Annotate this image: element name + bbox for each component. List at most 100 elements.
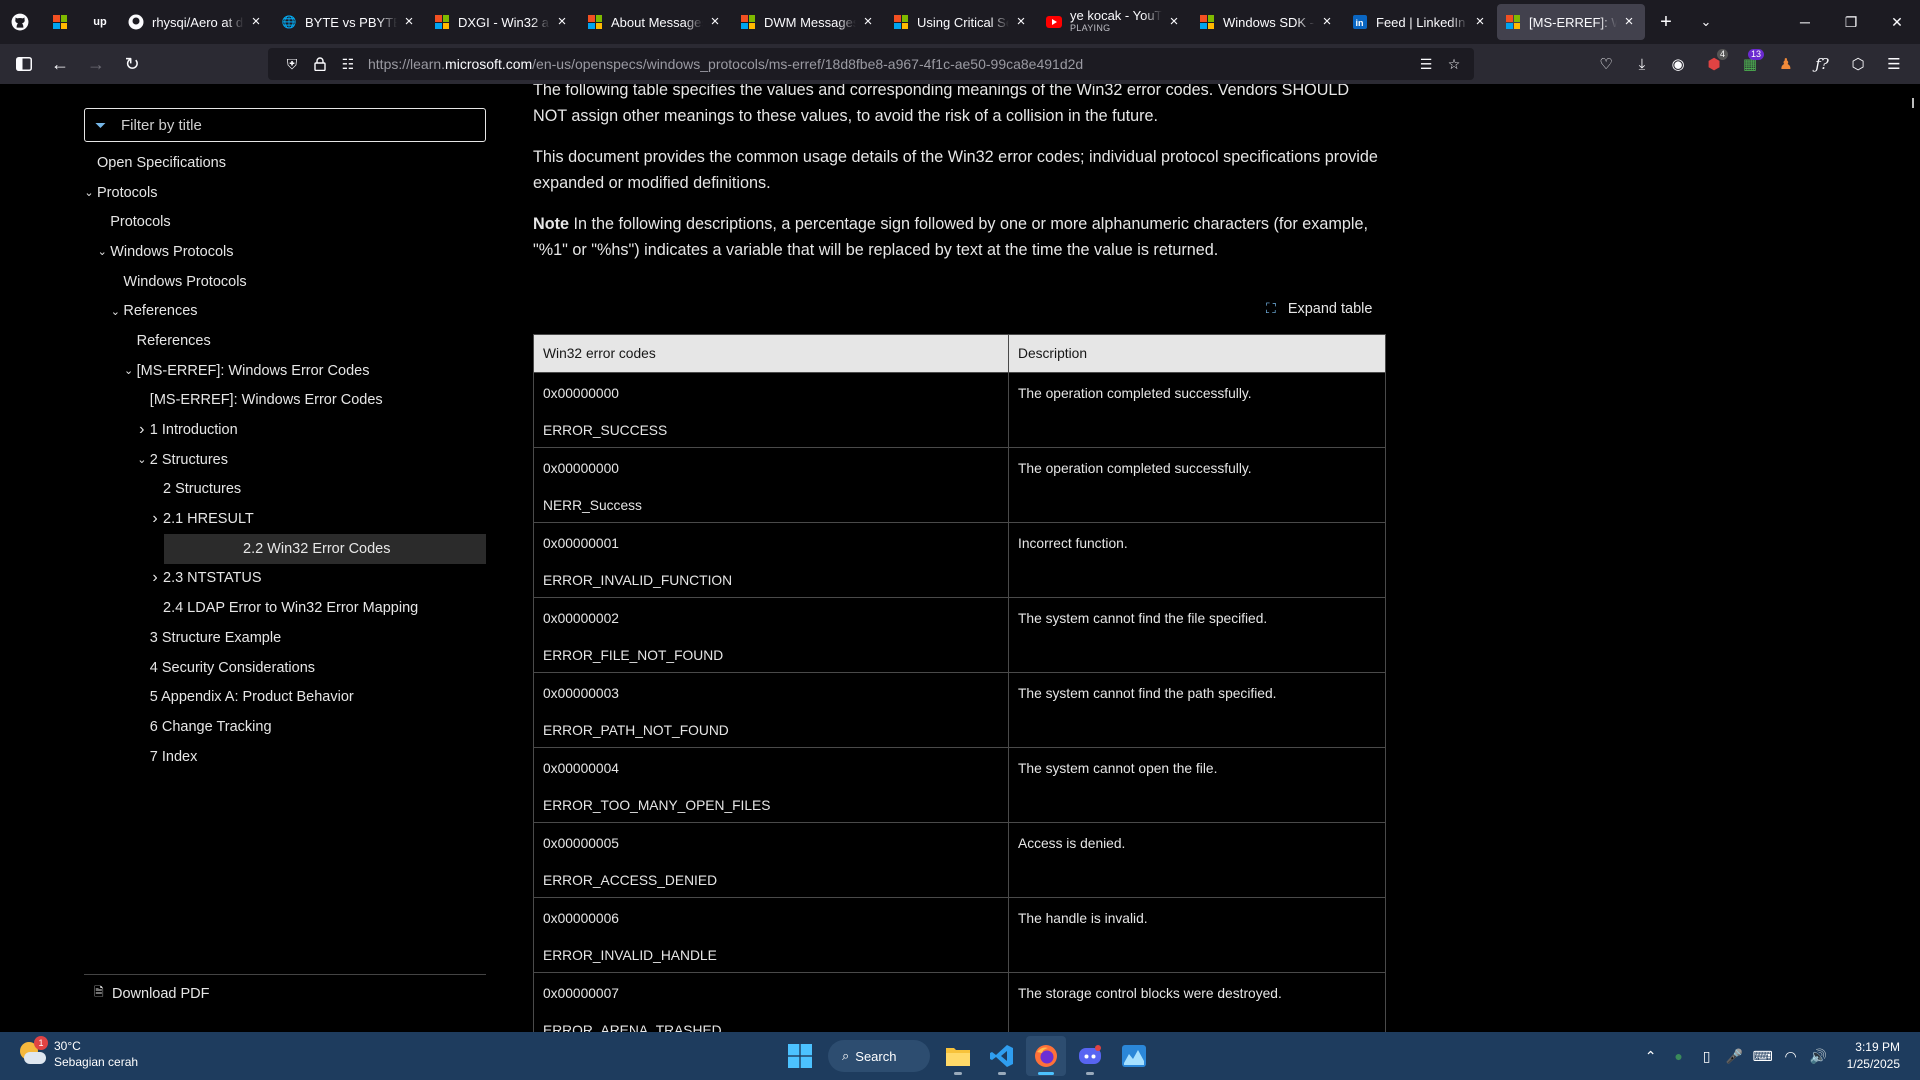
extension-ublock-button[interactable]: ⬢ 4 [1696,48,1732,80]
url-text[interactable]: https://learn.microsoft.com/en-us/opensp… [368,56,1083,72]
pinned-tab-github[interactable] [0,0,40,44]
close-tab-icon[interactable]: × [1013,14,1029,30]
lock-icon[interactable] [306,50,334,78]
tray-app-button[interactable]: ● [1665,1042,1693,1070]
filter-placeholder: Filter by title [121,116,202,134]
toc-item[interactable]: ⌄ [MS-ERREF]: Windows Error Codes [84,356,486,386]
chevron-right-icon[interactable]: › [149,510,161,528]
toc-item[interactable]: › 1 Introduction [84,415,486,445]
address-bar[interactable]: ⛨ ☷ https://learn.microsoft.com/en-us/op… [268,48,1474,80]
close-tab-icon[interactable]: × [1472,14,1488,30]
vscode-button[interactable] [982,1036,1022,1076]
browser-tab[interactable]: DXGI - Win32 app× [426,4,578,40]
taskbar-search[interactable]: ⌕ Search [828,1040,930,1072]
chevron-down-icon[interactable]: ⌄ [96,245,108,258]
filter-by-title-input[interactable]: ⏷ Filter by title [84,108,486,142]
weather-widget[interactable]: 1 30°C Sebagian cerah [18,1036,138,1070]
error-description-cell: Incorrect function. [1008,522,1386,598]
extension-function-button[interactable]: ƒ? [1804,48,1840,80]
browser-tab[interactable]: DWM Messages -× [732,4,884,40]
show-hidden-icons-button[interactable]: ⌃ [1637,1042,1665,1070]
close-tab-icon[interactable]: × [554,14,570,30]
close-tab-icon[interactable]: × [1166,14,1182,30]
browser-tab[interactable]: [MS-ERREF]: Win3× [1497,4,1645,40]
toc-item[interactable]: 4 Security Considerations [84,653,486,683]
restore-button[interactable]: ❐ [1828,0,1874,44]
browser-tab[interactable]: ye kocak - YouTul PLAYING × [1038,4,1190,40]
toc-item[interactable]: References [84,326,486,356]
minimize-button[interactable]: ─ [1782,0,1828,44]
close-tab-icon[interactable]: × [1319,14,1335,30]
task-manager-button[interactable] [1114,1036,1154,1076]
firefox-button[interactable] [1026,1036,1066,1076]
tablet-tray-button[interactable]: ▯ [1693,1042,1721,1070]
toc-item[interactable]: Windows Protocols [84,267,486,297]
toc-item[interactable]: ⌄ 2 Structures [84,445,486,475]
chevron-down-icon[interactable]: ⌄ [136,453,148,466]
permissions-icon[interactable]: ☷ [334,50,362,78]
expand-table-button[interactable]: ⛶ Expand table [1266,300,1372,317]
volume-button[interactable]: 🔊 [1805,1042,1833,1070]
toc-item[interactable]: ⌄ Windows Protocols [84,237,486,267]
close-tab-icon[interactable]: × [248,14,264,30]
pinned-tab-microsoft[interactable] [40,0,80,44]
pocket-button[interactable]: ♡ [1588,48,1624,80]
scrollbar-thumb[interactable] [1912,98,1914,108]
chevron-down-icon[interactable]: ⌄ [83,186,95,199]
start-button[interactable] [780,1036,820,1076]
close-tab-icon[interactable]: × [1621,14,1637,30]
chevron-down-icon[interactable]: ⌄ [123,364,135,377]
discord-button[interactable] [1070,1036,1110,1076]
browser-tab[interactable]: rhysqi/Aero at dev× [120,4,272,40]
toc-item[interactable]: Protocols [84,207,486,237]
download-pdf-link[interactable]: 🗎 Download PDF [84,974,486,1004]
toc-item[interactable]: 2 Structures [84,475,486,505]
toc-item[interactable]: 3 Structure Example [84,623,486,653]
toc-item[interactable]: ⌄ References [84,296,486,326]
reload-button[interactable]: ↻ [114,48,150,80]
toc-item[interactable]: 2.2 Win32 Error Codes [164,533,486,564]
toc-item[interactable]: 5 Appendix A: Product Behavior [84,682,486,712]
microphone-button[interactable]: 🎤 [1721,1042,1749,1070]
file-explorer-button[interactable] [938,1036,978,1076]
new-tab-button[interactable]: + [1646,0,1686,44]
close-tab-icon[interactable]: × [707,14,723,30]
keyboard-button[interactable]: ⌨ [1749,1042,1777,1070]
toc-item[interactable]: › 2.1 HRESULT [84,504,486,534]
browser-tab[interactable]: About Messages a× [579,4,731,40]
chevron-right-icon[interactable]: › [149,569,161,587]
tracking-protection-shield-icon[interactable]: ⛨ [278,50,306,78]
toc-item[interactable]: 6 Change Tracking [84,712,486,742]
close-tab-icon[interactable]: × [401,14,417,30]
app-menu-button[interactable]: ☰ [1876,48,1912,80]
browser-tab[interactable]: Using Critical Sect× [885,4,1037,40]
extension-profile-button[interactable]: ♟ [1768,48,1804,80]
toc-item[interactable]: 7 Index [84,742,486,772]
sidebar-toggle-button[interactable] [6,48,42,80]
toc-item[interactable]: 2.4 LDAP Error to Win32 Error Mapping [84,593,486,623]
reader-view-icon[interactable]: ☰ [1412,50,1440,78]
browser-tab[interactable]: 🌐 BYTE vs PBYTE W× [273,4,425,40]
table-of-contents: Open Specifications ⌄ Protocols Protocols ⌄ W… [84,148,486,771]
chevron-down-icon[interactable]: ⌄ [109,305,121,318]
toc-item[interactable]: Open Specifications [84,148,486,178]
list-all-tabs-button[interactable]: ⌄ [1686,0,1726,44]
downloads-button[interactable]: ⤓ [1624,48,1660,80]
toc-item[interactable]: ⌄ Protocols [84,178,486,208]
account-button[interactable]: ◉ [1660,48,1696,80]
close-tab-icon[interactable]: × [860,14,876,30]
browser-tab[interactable]: in Feed | LinkedIn × [1344,4,1496,40]
clock[interactable]: 3:19 PM 1/25/2025 [1847,1039,1900,1073]
close-window-button[interactable]: ✕ [1874,0,1920,44]
chevron-right-icon[interactable]: › [136,421,148,439]
wifi-button[interactable]: ◠ [1777,1042,1805,1070]
toc-item[interactable]: [MS-ERREF]: Windows Error Codes [84,386,486,416]
pinned-tab-upwork[interactable]: up [80,0,120,44]
toc-item[interactable]: › 2.3 NTSTATUS [84,564,486,594]
forward-button[interactable]: → [78,48,114,80]
extension-grid-button[interactable]: ▦ 13 [1732,48,1768,80]
back-button[interactable]: ← [42,48,78,80]
extensions-button[interactable]: ⬡ [1840,48,1876,80]
browser-tab[interactable]: Windows SDK - W× [1191,4,1343,40]
bookmark-star-icon[interactable]: ☆ [1440,50,1468,78]
